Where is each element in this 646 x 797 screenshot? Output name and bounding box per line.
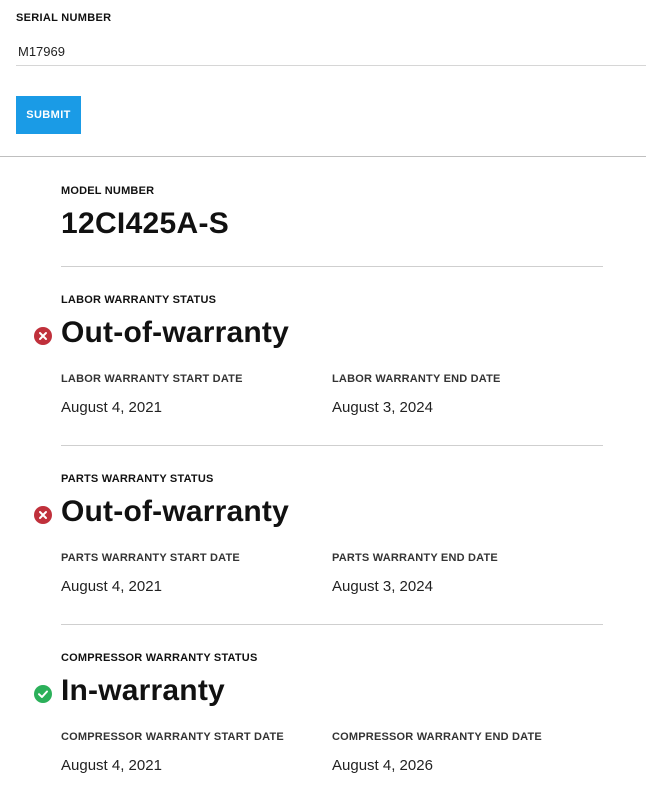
labor-start-date-label: LABOR WARRANTY START DATE bbox=[61, 373, 243, 385]
compressor-start-date-label: COMPRESSOR WARRANTY START DATE bbox=[61, 731, 284, 743]
labor-warranty-status-label: LABOR WARRANTY STATUS bbox=[61, 294, 217, 306]
labor-end-date-value: August 3, 2024 bbox=[332, 399, 433, 416]
check-icon bbox=[34, 685, 52, 703]
section-divider bbox=[61, 445, 603, 446]
compressor-start-date-value: August 4, 2021 bbox=[61, 757, 162, 774]
labor-end-date-label: LABOR WARRANTY END DATE bbox=[332, 373, 501, 385]
error-x-icon bbox=[34, 506, 52, 524]
parts-start-date-value: August 4, 2021 bbox=[61, 578, 162, 595]
model-number-label: MODEL NUMBER bbox=[61, 185, 155, 197]
serial-number-input[interactable] bbox=[16, 38, 646, 66]
parts-end-date-value: August 3, 2024 bbox=[332, 578, 433, 595]
model-number-value: 12CI425A-S bbox=[61, 207, 230, 240]
parts-end-date-label: PARTS WARRANTY END DATE bbox=[332, 552, 498, 564]
compressor-end-date-label: COMPRESSOR WARRANTY END DATE bbox=[332, 731, 542, 743]
section-divider bbox=[61, 624, 603, 625]
serial-number-label: SERIAL NUMBER bbox=[16, 12, 112, 24]
labor-warranty-status-value: Out-of-warranty bbox=[61, 316, 289, 349]
section-divider bbox=[61, 266, 603, 267]
parts-warranty-status-value: Out-of-warranty bbox=[61, 495, 289, 528]
compressor-warranty-status-label: COMPRESSOR WARRANTY STATUS bbox=[61, 652, 258, 664]
submit-button[interactable]: SUBMIT bbox=[16, 96, 81, 134]
parts-warranty-status-label: PARTS WARRANTY STATUS bbox=[61, 473, 214, 485]
error-x-icon bbox=[34, 327, 52, 345]
compressor-end-date-value: August 4, 2026 bbox=[332, 757, 433, 774]
parts-start-date-label: PARTS WARRANTY START DATE bbox=[61, 552, 240, 564]
compressor-warranty-status-value: In-warranty bbox=[61, 674, 225, 707]
labor-start-date-value: August 4, 2021 bbox=[61, 399, 162, 416]
form-divider bbox=[0, 156, 646, 157]
